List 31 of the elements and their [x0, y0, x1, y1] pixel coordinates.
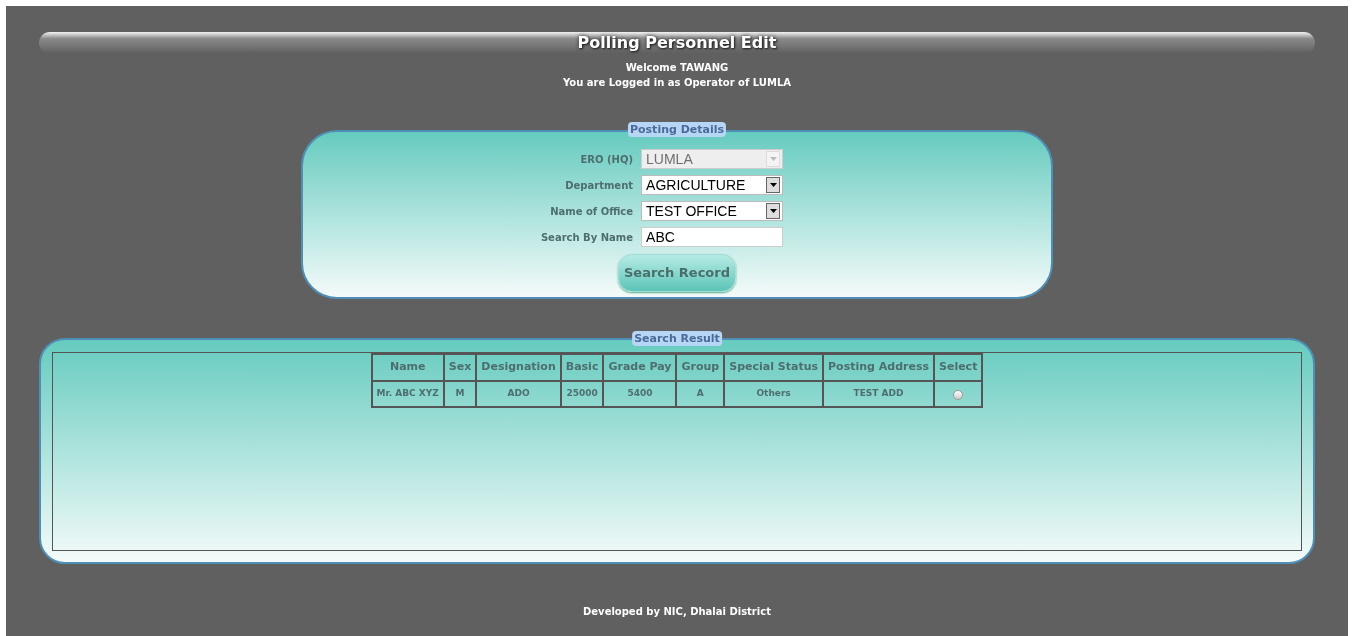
column-header: Designation	[476, 354, 561, 381]
dropdown-field[interactable]: AGRICULTURE	[641, 175, 784, 195]
column-header: Name	[371, 354, 444, 381]
fieldset-legend: Search Result	[632, 331, 722, 346]
column-header: Group	[676, 354, 725, 381]
field-label: Department	[564, 178, 634, 193]
table-cell: A	[676, 381, 725, 407]
fieldset-legend: Posting Details	[627, 122, 727, 137]
dropdown-field[interactable]: TEST OFFICE	[641, 201, 784, 221]
table-cell: Others	[724, 381, 823, 407]
footer-text: Developed by NIC, Dhalai District	[583, 605, 771, 619]
field-label: Name of Office	[549, 204, 634, 219]
field-label: ERO (HQ)	[579, 152, 634, 167]
table-cell: Mr. ABC XYZ	[371, 381, 444, 407]
field-label: Search By Name	[540, 230, 634, 245]
column-header: Basic	[560, 354, 604, 381]
column-header: Grade Pay	[603, 354, 677, 381]
column-header: Posting Address	[823, 354, 934, 381]
table-cell: 25000	[560, 381, 604, 407]
select-radio[interactable]	[953, 389, 964, 400]
table-cell: TEST ADD	[823, 381, 934, 407]
table-cell: M	[443, 381, 477, 407]
text-field[interactable]: ABC	[641, 227, 784, 247]
column-header: Special Status	[724, 354, 823, 381]
table-cell: 5400	[603, 381, 677, 407]
welcome-text: Welcome TAWANG	[625, 61, 729, 75]
column-header: Sex	[443, 354, 477, 381]
login-info: You are Logged in as Operator of LUMLA	[563, 76, 791, 90]
table-cell: ADO	[476, 381, 561, 407]
column-header: Select	[934, 354, 983, 381]
page-title: Polling Personnel Edit	[577, 32, 777, 54]
